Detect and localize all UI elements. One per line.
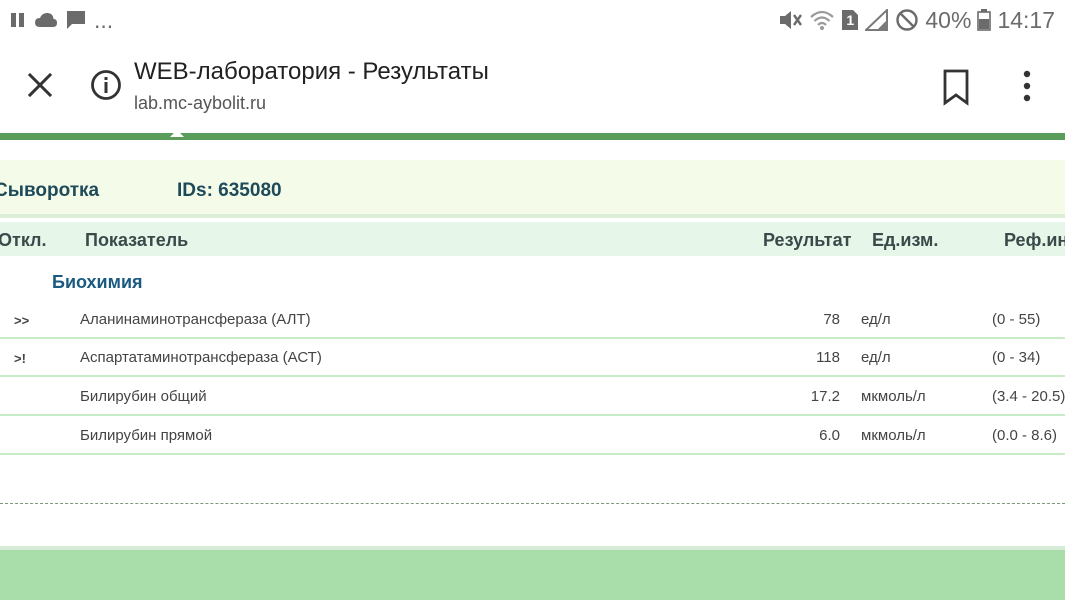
block-icon <box>895 8 919 32</box>
row-parameter: Аспартатаминотрансфераза (АСТ) <box>80 349 322 366</box>
browser-toolbar: WEB-лаборатория - Результаты lab.mc-aybo… <box>0 40 1065 133</box>
sample-ids: IDs: 635080 <box>177 180 282 201</box>
table-row: Билирубин прямой 6.0 мкмоль/л (0.0 - 8.6… <box>0 417 1065 455</box>
row-parameter: Билирубин прямой <box>80 427 213 444</box>
bookmark-icon <box>943 69 969 106</box>
toolbar-accent-bar <box>0 133 1065 140</box>
mute-icon <box>779 9 803 31</box>
header-reference: Реф.ин <box>1004 230 1065 250</box>
row-unit: мкмоль/л <box>861 388 926 405</box>
page-footer <box>0 550 1065 600</box>
status-bar-left: ... <box>10 6 114 33</box>
screen: ... 1 40% 14:17 WEB-лаборатория - Резуль… <box>0 0 1065 600</box>
dashed-divider <box>0 503 1065 504</box>
signal-icon <box>865 9 889 31</box>
row-value: 6.0 <box>819 427 840 444</box>
row-reference: (3.4 - 20.5) <box>992 388 1065 405</box>
chat-bubble-icon <box>66 10 86 30</box>
row-parameter: Аланинаминотрансфераза (АЛТ) <box>80 311 311 328</box>
row-unit: ед/л <box>861 349 891 366</box>
pause-icon <box>10 12 26 28</box>
header-parameter: Показатель <box>85 230 189 250</box>
row-reference: (0 - 55) <box>992 311 1041 328</box>
wifi-icon <box>809 9 835 31</box>
header-result: Результат <box>763 230 852 250</box>
status-bar: ... 1 40% 14:17 <box>0 0 1065 40</box>
row-value: 17.2 <box>810 388 840 405</box>
bookmark-button[interactable] <box>938 67 974 107</box>
sim-label: 1 <box>846 12 855 28</box>
caret-indicator <box>170 130 184 137</box>
sample-header: Сыворотка IDs: 635080 <box>0 160 1065 218</box>
cloud-icon <box>34 12 58 28</box>
battery-icon <box>977 9 992 31</box>
table-header: Откл. Показатель Результат Ед.изм. Реф.и… <box>0 222 1065 256</box>
site-info-button[interactable] <box>88 67 124 103</box>
more-vert-icon <box>1023 70 1031 102</box>
status-bar-right: 1 40% 14:17 <box>779 6 1055 34</box>
row-reference: (0 - 34) <box>992 349 1041 366</box>
status-time: 14:17 <box>997 6 1055 33</box>
sample-type: Сыворотка <box>0 180 100 201</box>
status-more-dots: ... <box>94 6 114 33</box>
row-unit: мкмоль/л <box>861 427 926 444</box>
table-row: Билирубин общий 17.2 мкмоль/л (3.4 - 20.… <box>0 378 1065 416</box>
battery-percent: 40% <box>925 6 972 33</box>
more-menu-button[interactable] <box>1012 67 1042 107</box>
close-icon <box>27 72 53 98</box>
sim-icon: 1 <box>841 9 859 31</box>
row-flag: >! <box>14 351 26 366</box>
row-unit: ед/л <box>861 311 891 328</box>
info-icon <box>91 70 121 100</box>
close-button[interactable] <box>22 67 58 103</box>
table-row: >! Аспартатаминотрансфераза (АСТ) 118 ед… <box>0 339 1065 377</box>
group-title: Биохимия <box>52 272 143 292</box>
row-reference: (0.0 - 8.6) <box>992 427 1058 444</box>
table-row: >> Аланинаминотрансфераза (АЛТ) 78 ед/л … <box>0 301 1065 339</box>
row-value: 78 <box>823 311 840 328</box>
header-unit: Ед.изм. <box>872 230 939 250</box>
page-url[interactable]: lab.mc-aybolit.ru <box>134 93 266 114</box>
row-parameter: Билирубин общий <box>80 388 207 405</box>
row-value: 118 <box>816 349 840 366</box>
row-flag: >> <box>14 313 30 328</box>
page-title: WEB-лаборатория - Результаты <box>134 58 489 85</box>
header-deviation: Откл. <box>0 230 47 250</box>
